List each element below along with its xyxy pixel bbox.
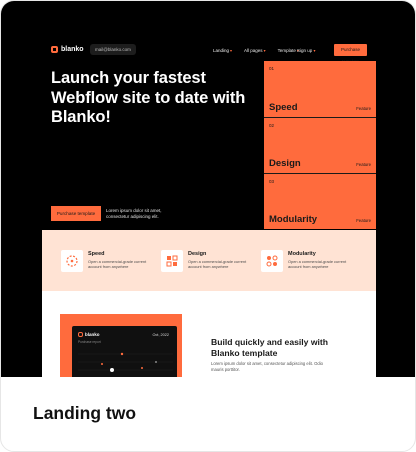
nav-link-landing: Landing▾ [213,48,232,53]
feature-title: Design [188,251,207,257]
card-caption[interactable]: Landing two [33,403,136,424]
lower-text: Lorem ipsum dolor sit amet, consectetur … [211,361,323,372]
dashboard-date: Oct, 2022 [152,333,169,337]
nav-link-label: Landing [213,48,230,53]
dashboard-chart [78,352,173,372]
lower-section: blanko Purchase report Oct, 2022 Build q… [42,291,376,377]
dashboard-mockup: blanko Purchase report Oct, 2022 [60,314,182,377]
chevron-down-icon: ▾ [263,48,266,53]
feature-number: 02 [269,123,275,128]
feature-text: Open a commercial-grade current account … [88,259,147,269]
modularity-icon [261,250,283,272]
design-icon [161,250,183,272]
nav-link-label: Template [277,48,296,53]
feature-panel: 01 Speed Feature 02 Design Feature 03 Mo… [264,61,376,229]
template-card[interactable]: blanko mail@blanko.com Landing▾ All page… [0,0,416,452]
nav-purchase-button: Purchase template [334,44,367,64]
nav-links: Landing▾ All pages▾ Template▾ [213,48,299,53]
brand-name: blanko [61,46,84,53]
nav-link-template: Template▾ [278,48,299,53]
logo-mark-icon [78,332,83,337]
feature-tag: Feature [356,218,371,223]
feature-tag: Feature [356,162,371,167]
sign-up-label: Sign up [297,48,313,53]
feature-name: Speed [269,102,298,113]
feature-number: 01 [269,66,275,71]
chevron-down-icon: ▾ [230,48,233,53]
chevron-down-icon: ▾ [313,48,316,53]
hero-purchase-button: Purchase template [51,206,101,221]
email-pill: mail@blanko.com [90,44,136,55]
nav-sign-up: Sign up ▾ [297,48,316,53]
dashboard-brand: blanko [85,332,100,337]
dashboard-logo: blanko [78,332,100,337]
feature-panel-row: 01 Speed Feature [264,61,376,117]
feature-name: Design [269,158,301,169]
feature-title: Modularity [288,251,316,257]
hero-description: Lorem ipsum dolor sit amet, consectetur … [106,208,162,219]
brand-logo: blanko [51,46,84,53]
feature-panel-row: 03 Modularity Feature [264,173,376,229]
feature-panel-row: 02 Design Feature [264,117,376,173]
feature-title: Speed [88,251,105,257]
feature-text: Open a commercial-grade current account … [188,259,247,269]
dashboard-subtitle: Purchase report [78,340,101,344]
preview-navbar: blanko mail@blanko.com Landing▾ All page… [1,41,415,64]
logo-mark-icon [51,46,58,53]
feature-tag: Feature [356,106,371,111]
feature-name: Modularity [269,214,318,225]
features-band: Speed Open a commercial-grade current ac… [42,230,376,291]
feature-text: Open a commercial-grade current account … [288,259,347,269]
nav-link-all-pages: All pages▾ [244,48,266,53]
template-preview[interactable]: blanko mail@blanko.com Landing▾ All page… [1,1,415,377]
lower-title: Build quickly and easily with Blanko tem… [211,337,328,358]
feature-number: 03 [269,179,275,184]
nav-link-label: All pages [244,48,263,53]
hero-title: Launch your fastest Webflow site to date… [51,69,246,126]
dashboard-screen: blanko Purchase report Oct, 2022 [72,326,177,377]
speed-icon [61,250,83,272]
